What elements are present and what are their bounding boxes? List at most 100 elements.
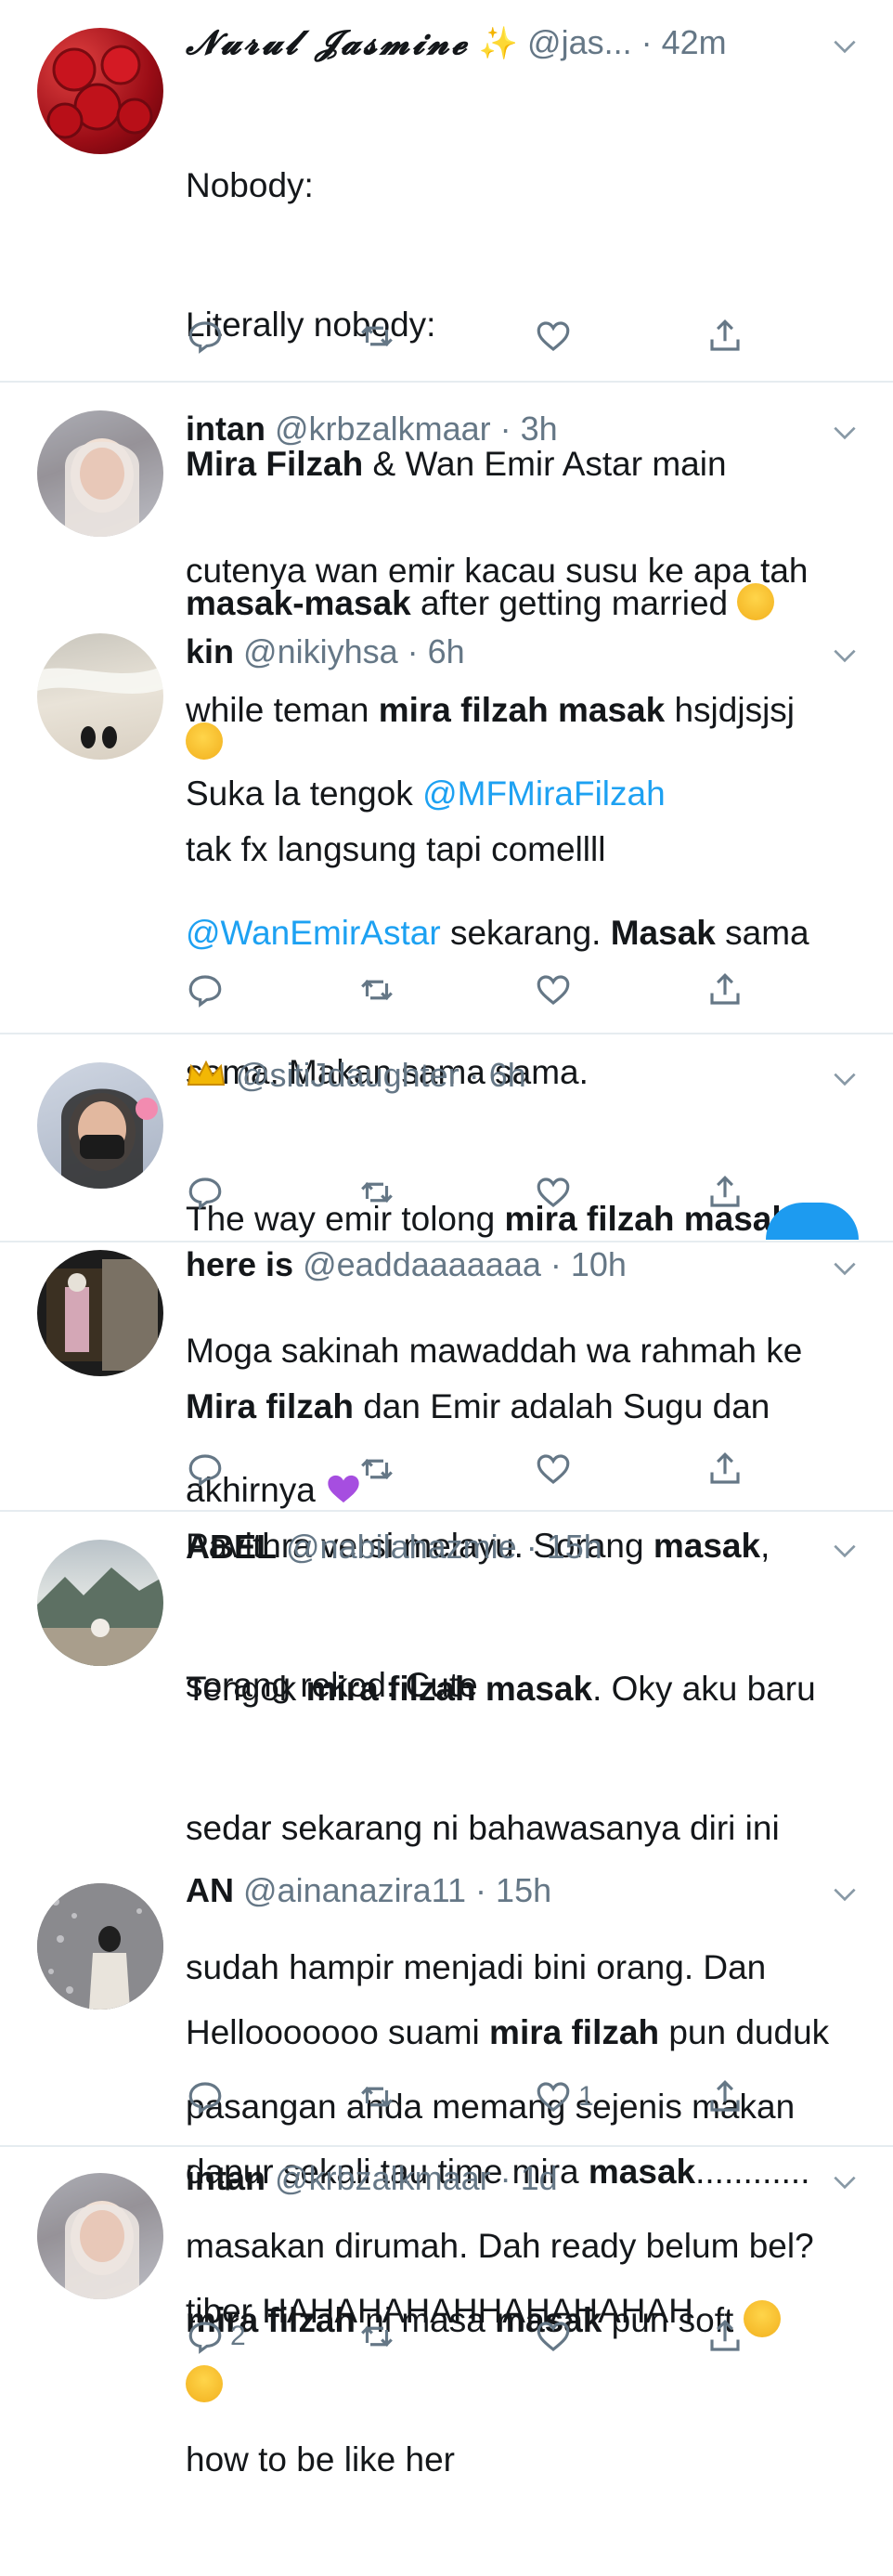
share-button[interactable] — [705, 968, 744, 1012]
display-name[interactable]: intan — [186, 410, 265, 448]
share-icon — [710, 319, 740, 351]
reply-button[interactable] — [186, 314, 225, 358]
tweet-actions: 2 — [186, 2314, 854, 2359]
bold-keyword: Mira filzah — [186, 1387, 354, 1425]
retweet-button[interactable] — [357, 2314, 396, 2359]
tweet-header: @sitiJdaughter · 6h — [186, 1049, 828, 1101]
like-button[interactable] — [534, 314, 573, 358]
heart-icon — [537, 2322, 570, 2352]
separator: · — [490, 410, 521, 448]
username[interactable]: @jas... — [527, 23, 632, 61]
retweet-button[interactable] — [357, 1447, 396, 1491]
share-button[interactable] — [705, 314, 744, 358]
share-icon — [710, 1176, 740, 1207]
mention-link[interactable]: @MFMiraFilzah — [422, 774, 666, 813]
timestamp[interactable]: 1d — [521, 2159, 558, 2197]
avatar[interactable] — [37, 410, 163, 537]
username[interactable]: @krbzalkmaar — [275, 2159, 491, 2197]
text-line: Hellooooooo suami mira filzah pun duduk — [186, 2010, 854, 2056]
retweet-button[interactable] — [357, 314, 396, 358]
chevron-down-icon[interactable] — [830, 1064, 860, 1094]
heart-icon — [537, 975, 570, 1006]
chevron-down-icon[interactable] — [830, 1536, 860, 1566]
tweet[interactable]: kin @nikiyhsa · 6h Suka la tengok @MFMir… — [0, 615, 893, 1509]
tweet[interactable]: intan @krbzalkmaar · 3h cutenya wan emir… — [0, 383, 893, 868]
retweet-button[interactable] — [357, 968, 396, 1012]
tweet[interactable]: ABEL @nabilahazmie · 15h Tengok mira fil… — [0, 1512, 893, 2402]
timestamp[interactable]: 3h — [521, 410, 558, 448]
share-icon — [710, 2080, 740, 2112]
share-icon — [710, 2320, 740, 2351]
avatar[interactable] — [37, 28, 163, 154]
bold-keyword: mira filzah masak — [305, 1670, 593, 1708]
timestamp[interactable]: 6h — [489, 1056, 526, 1094]
timestamp[interactable]: 42m — [662, 23, 727, 61]
reply-button[interactable] — [186, 1447, 225, 1491]
reply-button[interactable]: 2 — [186, 2314, 246, 2359]
text-span: Hellooooooo suami — [186, 2013, 490, 2051]
username[interactable]: @ainanazira11 — [243, 1871, 466, 1909]
display-name[interactable]: intan — [186, 2159, 265, 2197]
retweet-button[interactable] — [357, 2075, 396, 2119]
avatar[interactable] — [37, 1250, 163, 1376]
tweet-header: intan @krbzalkmaar · 1d — [186, 2153, 828, 2205]
chevron-down-icon[interactable] — [830, 1880, 860, 1909]
text-line: how to be like her — [186, 2440, 456, 2478]
text-span: Tengok — [186, 1670, 306, 1708]
like-button[interactable] — [534, 2314, 573, 2359]
reply-button[interactable] — [186, 968, 225, 1012]
avatar[interactable] — [37, 633, 163, 760]
chevron-down-icon[interactable] — [830, 418, 860, 448]
tweet-actions — [186, 314, 854, 358]
display-name[interactable]: 𝓝𝓾𝓻𝓾𝓵 𝓙𝓪𝓼𝓶𝓲𝓷𝓮 — [186, 23, 470, 62]
display-name[interactable]: here is — [186, 1245, 293, 1283]
tweet-header: intan @krbzalkmaar · 3h — [186, 403, 828, 455]
reply-button[interactable] — [186, 2075, 225, 2119]
mention-link[interactable]: @WanEmirAstar — [186, 914, 441, 952]
chevron-down-icon[interactable] — [830, 1254, 860, 1283]
tweet[interactable]: intan @krbzalkmaar · 1d mira filzah ni m… — [0, 2147, 893, 2478]
username[interactable]: @sitiJdaughter — [236, 1056, 459, 1094]
share-button[interactable] — [705, 1447, 744, 1491]
avatar[interactable] — [37, 1883, 163, 2010]
username[interactable]: @nabilahazmie — [286, 1528, 517, 1566]
reply-button[interactable] — [186, 1170, 225, 1215]
chevron-down-icon[interactable] — [830, 32, 860, 61]
timestamp[interactable]: 6h — [428, 632, 465, 670]
text-line: Mira filzah dan Emir adalah Sugu dan — [186, 1384, 854, 1430]
retweet-button[interactable] — [357, 1170, 396, 1215]
username[interactable]: @eaddaaaaaaa — [303, 1245, 541, 1283]
avatar[interactable] — [37, 2173, 163, 2299]
avatar[interactable] — [37, 1540, 163, 1666]
tweet-header: 𝓝𝓾𝓻𝓾𝓵 𝓙𝓪𝓼𝓶𝓲𝓷𝓮 ✨ @jas... · 42m — [186, 17, 828, 69]
like-button[interactable] — [534, 1170, 573, 1215]
text-span: sama — [715, 914, 809, 952]
chevron-down-icon[interactable] — [830, 641, 860, 670]
share-button[interactable] — [705, 1170, 744, 1215]
tweet[interactable]: 𝓝𝓾𝓻𝓾𝓵 𝓙𝓪𝓼𝓶𝓲𝓷𝓮 ✨ @jas... · 42m Nobody: Li… — [0, 0, 893, 765]
share-button[interactable] — [705, 2314, 744, 2359]
avatar[interactable] — [37, 1062, 163, 1189]
timestamp[interactable]: 15h — [547, 1528, 602, 1566]
heart-icon — [537, 2082, 570, 2113]
display-name[interactable]: kin — [186, 632, 234, 670]
tweet[interactable]: here is @eaddaaaaaaa · 10h Mira filzah d… — [0, 1242, 893, 1704]
timestamp[interactable]: 15h — [496, 1871, 551, 1909]
username[interactable]: @krbzalkmaar — [275, 410, 491, 448]
display-name[interactable]: ABEL — [186, 1528, 277, 1566]
timestamp[interactable]: 10h — [571, 1245, 627, 1283]
tweet-text: mira filzah ni masa masak pun soft how t… — [186, 2205, 854, 2576]
tweet[interactable]: AN @ainanazira11 · 15h Hellooooooo suami… — [0, 1865, 893, 2330]
chevron-down-icon[interactable] — [830, 2167, 860, 2197]
display-name[interactable]: AN — [186, 1871, 234, 1909]
reply-icon — [188, 321, 222, 354]
tweet[interactable]: @sitiJdaughter · 6h The way emir tolong … — [0, 1034, 893, 1241]
username[interactable]: @nikiyhsa — [243, 632, 398, 670]
text-span: sekarang. — [440, 914, 611, 952]
like-button[interactable] — [534, 968, 573, 1012]
retweet-icon — [361, 1459, 393, 1479]
share-button[interactable] — [705, 2075, 744, 2119]
like-button[interactable]: 1 — [534, 2075, 594, 2119]
reply-icon — [188, 2082, 222, 2114]
like-button[interactable] — [534, 1447, 573, 1491]
